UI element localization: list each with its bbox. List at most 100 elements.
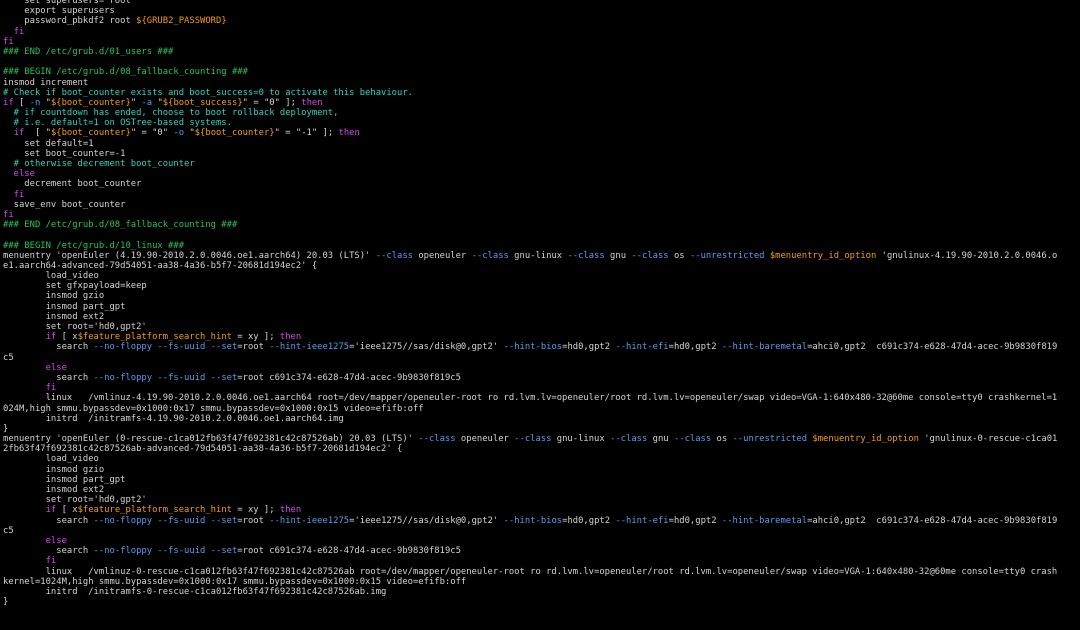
code-token: --class [471,250,509,261]
code-line: save_env boot_counter [3,200,1057,210]
code-token: menuentry 'openEuler (0-rescue-c1ca012fb… [3,434,419,445]
code-line: linux /vmlinuz-0-rescue-c1ca012fb63f47f6… [3,566,1058,577]
code-line: insmod increment [3,78,1057,88]
code-line: initrd /initramfs-4.19.90-2010.2.0.0046.… [3,414,1057,424]
code-token: =root c691c374-e628-47d4-acec-9b9830f819… [237,546,461,557]
code-line: c5 [3,353,1057,363]
code-line: search --no-floppy --fs-uuid --set=root … [3,342,1057,352]
code-line: ### BEGIN /etc/grub.d/10_linux ### [3,241,1057,251]
code-token: =hd0,gpt2 [562,342,616,353]
code-line: search --no-floppy --fs-uuid --set=root … [3,546,1057,556]
code-line: password_pbkdf2 root ${GRUB2_PASSWORD} [3,16,1057,26]
code-token: password_pbkdf2 root [3,16,137,27]
code-token: --hint-ieee1275 [269,515,350,526]
code-token: " [184,128,195,139]
code-token: else [3,362,67,373]
code-token: then [301,97,323,108]
code-token: search [3,342,94,353]
code-token: --no-floppy [93,515,153,526]
code-line: # if countdown has ended, choose to boot… [3,108,1057,118]
code-token: =root c691c374-e628-47d4-acec-9b9830f819… [237,372,461,383]
terminal-window[interactable]: set superusers="root" export superusers … [0,0,1080,630]
code-line: set root='hd0,gpt2' [3,322,1057,332]
code-token: --set [210,546,238,557]
code-token: menuentry 'openEuler (4.19.90-2010.2.0.0… [3,250,376,261]
code-token: --class [567,250,605,261]
code-line: kernel=1024M,high smmu.bypassdev=0x1000:… [3,577,1057,587]
code-token: " [152,97,163,108]
code-line: insmod ext2 [3,485,1057,495]
code-token: ### BEGIN /etc/grub.d/08_fallback_counti… [3,67,248,78]
code-token: insmod part_gpt [3,301,126,312]
code-token: c5 [3,525,14,536]
code-token: --no-floppy [93,546,153,557]
code-line: } [3,597,1057,607]
code-token: if [3,505,57,516]
code-token: ### BEGIN /etc/grub.d/10_linux ### [3,240,185,251]
code-line: if [ "${boot_counter}" = "0" -o "${boot_… [3,128,1057,138]
code-token: --set [210,515,238,526]
code-token: } [3,423,9,434]
code-token: --set [210,342,238,353]
code-token: insmod gzio [3,464,105,475]
code-token: -o [173,128,185,139]
code-line: if [ -n "${boot_counter}" -a "${boot_suc… [3,98,1057,108]
code-token: } [3,597,9,608]
code-line: e1.aarch64-advanced-79d54051-aa38-4a36-b… [3,261,1057,271]
code-line: insmod gzio [3,291,1057,301]
code-token: --class [418,434,456,445]
code-token: then [338,128,360,139]
code-line: # otherwise decrement boot_counter [3,159,1057,169]
code-token: [ x [56,505,78,516]
code-token: --hint-ieee1275 [269,342,350,353]
code-line: fi [3,190,1057,200]
code-line: else [3,536,1057,546]
code-token: insmod increment [3,77,89,88]
code-line: else [3,363,1057,373]
code-token: else [3,169,35,180]
code-token: -n [29,97,41,108]
code-token: --class [631,250,669,261]
code-token: --hint-baremetal [721,342,808,353]
code-token: --fs-uuid [157,342,206,353]
code-token: fi [3,36,14,47]
code-line: if [ x$feature_platform_search_hint = xy… [3,332,1057,342]
code-line: fi [3,556,1057,566]
code-token: openeuler [455,434,515,445]
code-line: } [3,424,1057,434]
code-token: set root='hd0,gpt2' [3,322,147,332]
code-token: [ [13,97,30,108]
code-token: " [40,97,51,108]
code-token: ${boot_counter} [50,97,131,108]
code-token: --class [610,434,648,445]
code-token: fi [3,189,25,200]
code-token: gnu-linux [508,250,568,261]
code-token: $feature_platform_search_hint [77,505,232,516]
code-line: set default=1 [3,139,1057,149]
code-line: decrement boot_counter [3,179,1057,189]
code-line: search --no-floppy --fs-uuid --set=root … [3,373,1057,383]
code-token: initrd /initramfs-4.19.90-2010.2.0.0046.… [3,413,344,424]
code-token: = xy ]; [231,505,280,516]
code-line: export superusers [3,6,1057,16]
code-token: insmod gzio [3,291,105,302]
code-line: fi [3,210,1057,220]
code-token: linux /vmlinuz-0-rescue-c1ca012fb63f47f6… [3,566,1058,577]
code-token: ${boot_success} [162,97,243,108]
code-token: decrement boot_counter [3,179,142,190]
code-line: # Check if boot_counter exists and boot_… [3,88,1057,98]
grub-config-text[interactable]: set superusers="root" export superusers … [3,0,1057,607]
code-token: =ahci0,gpt2 c691c374-e628-47d4-acec-9b98… [807,342,1058,353]
code-line: insmod gzio [3,465,1057,475]
code-line: ### END /etc/grub.d/01_users ### [3,47,1057,57]
code-token: then [279,332,302,343]
code-token: $menuentry_id_option [812,434,919,445]
code-line: 024M,high smmu.bypassdev=0x1000:0x17 smm… [3,404,1057,414]
code-token: --class [375,250,413,261]
code-token: c5 [3,352,14,363]
code-line: linux /vmlinuz-4.19.90-2010.2.0.0046.oe1… [3,393,1058,403]
code-token: = xy ]; [231,332,280,343]
code-token: else [3,535,67,546]
code-token: $menuentry_id_option [769,250,877,261]
